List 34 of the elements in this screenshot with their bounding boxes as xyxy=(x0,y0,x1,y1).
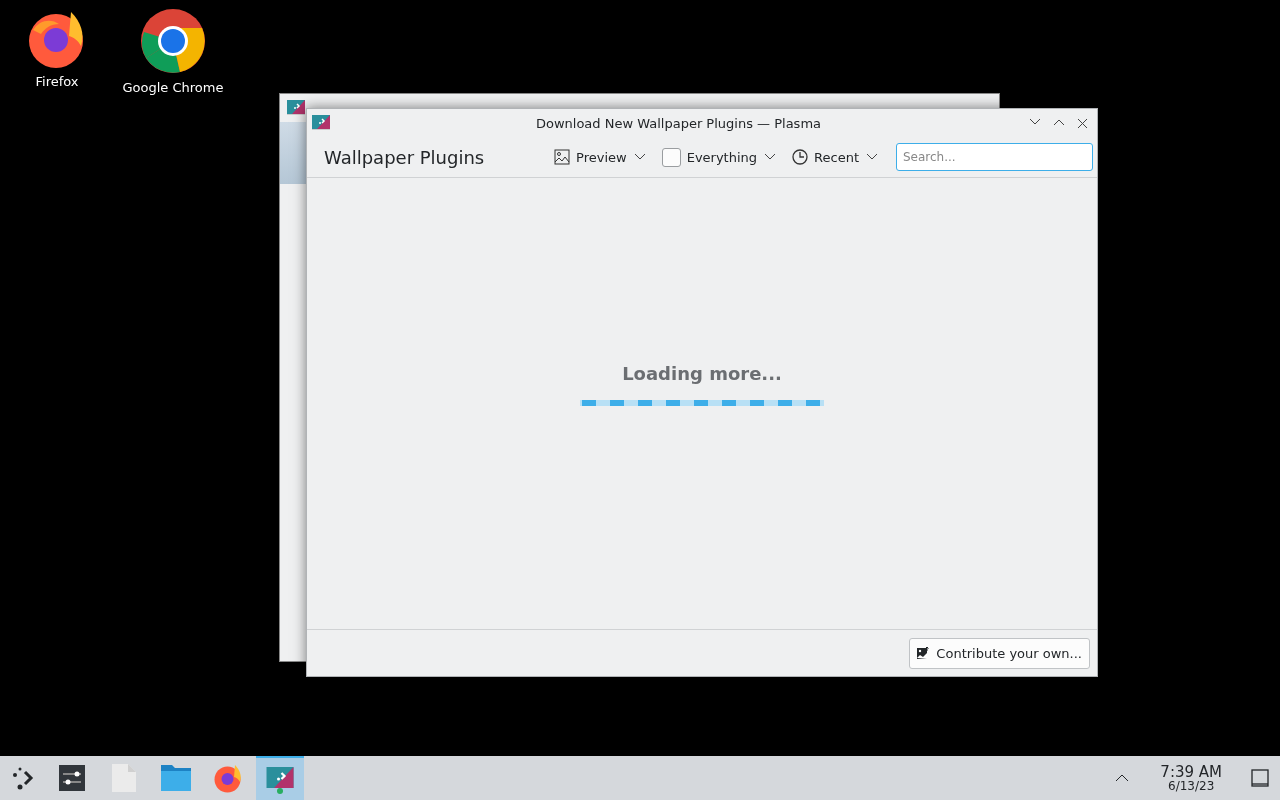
chevron-up-icon xyxy=(1053,117,1065,126)
icon-label[interactable]: Google Chrome xyxy=(122,80,224,95)
dots-arrow-icon xyxy=(13,766,35,790)
dropdown-button[interactable]: Everything xyxy=(680,145,783,169)
picture-icon xyxy=(554,149,571,165)
folder-icon xyxy=(161,765,191,791)
chevron-down-icon xyxy=(1029,117,1041,126)
icon-label[interactable]: Firefox xyxy=(35,74,79,89)
dropdown-button[interactable]: Preview xyxy=(570,145,652,169)
round-logo-icon[interactable] xyxy=(140,8,206,74)
loading-text: Loading more... xyxy=(622,363,782,384)
upload-image-icon xyxy=(917,646,931,660)
fox-globe-icon xyxy=(213,763,243,793)
sidebar-panel xyxy=(280,122,306,184)
chevron-up-icon xyxy=(1115,774,1130,782)
document-icon xyxy=(112,764,136,792)
desktop-icon xyxy=(1251,769,1269,787)
close-icon xyxy=(1077,117,1088,129)
page-heading: Wallpaper Plugins xyxy=(324,146,486,168)
sliders-icon xyxy=(59,765,85,791)
app-icon xyxy=(265,764,295,794)
chevron-down-icon xyxy=(633,153,646,161)
app-icon xyxy=(286,98,306,118)
window-title: Download New Wallpaper Plugins — Plasma xyxy=(534,115,823,131)
contribute-button[interactable]: Contribute your own... xyxy=(909,637,1090,669)
chevron-down-icon xyxy=(866,153,878,161)
clock-date[interactable]: 6/13/23 xyxy=(1168,779,1215,792)
checkbox[interactable] xyxy=(661,147,681,167)
clock-icon xyxy=(792,149,809,165)
search-field[interactable]: Search... xyxy=(896,143,1093,171)
dropdown-button[interactable]: Recent xyxy=(808,145,884,169)
app-icon xyxy=(311,113,331,133)
clock-time[interactable]: 7:39 AM xyxy=(1160,764,1222,780)
chevron-down-icon xyxy=(764,153,777,161)
